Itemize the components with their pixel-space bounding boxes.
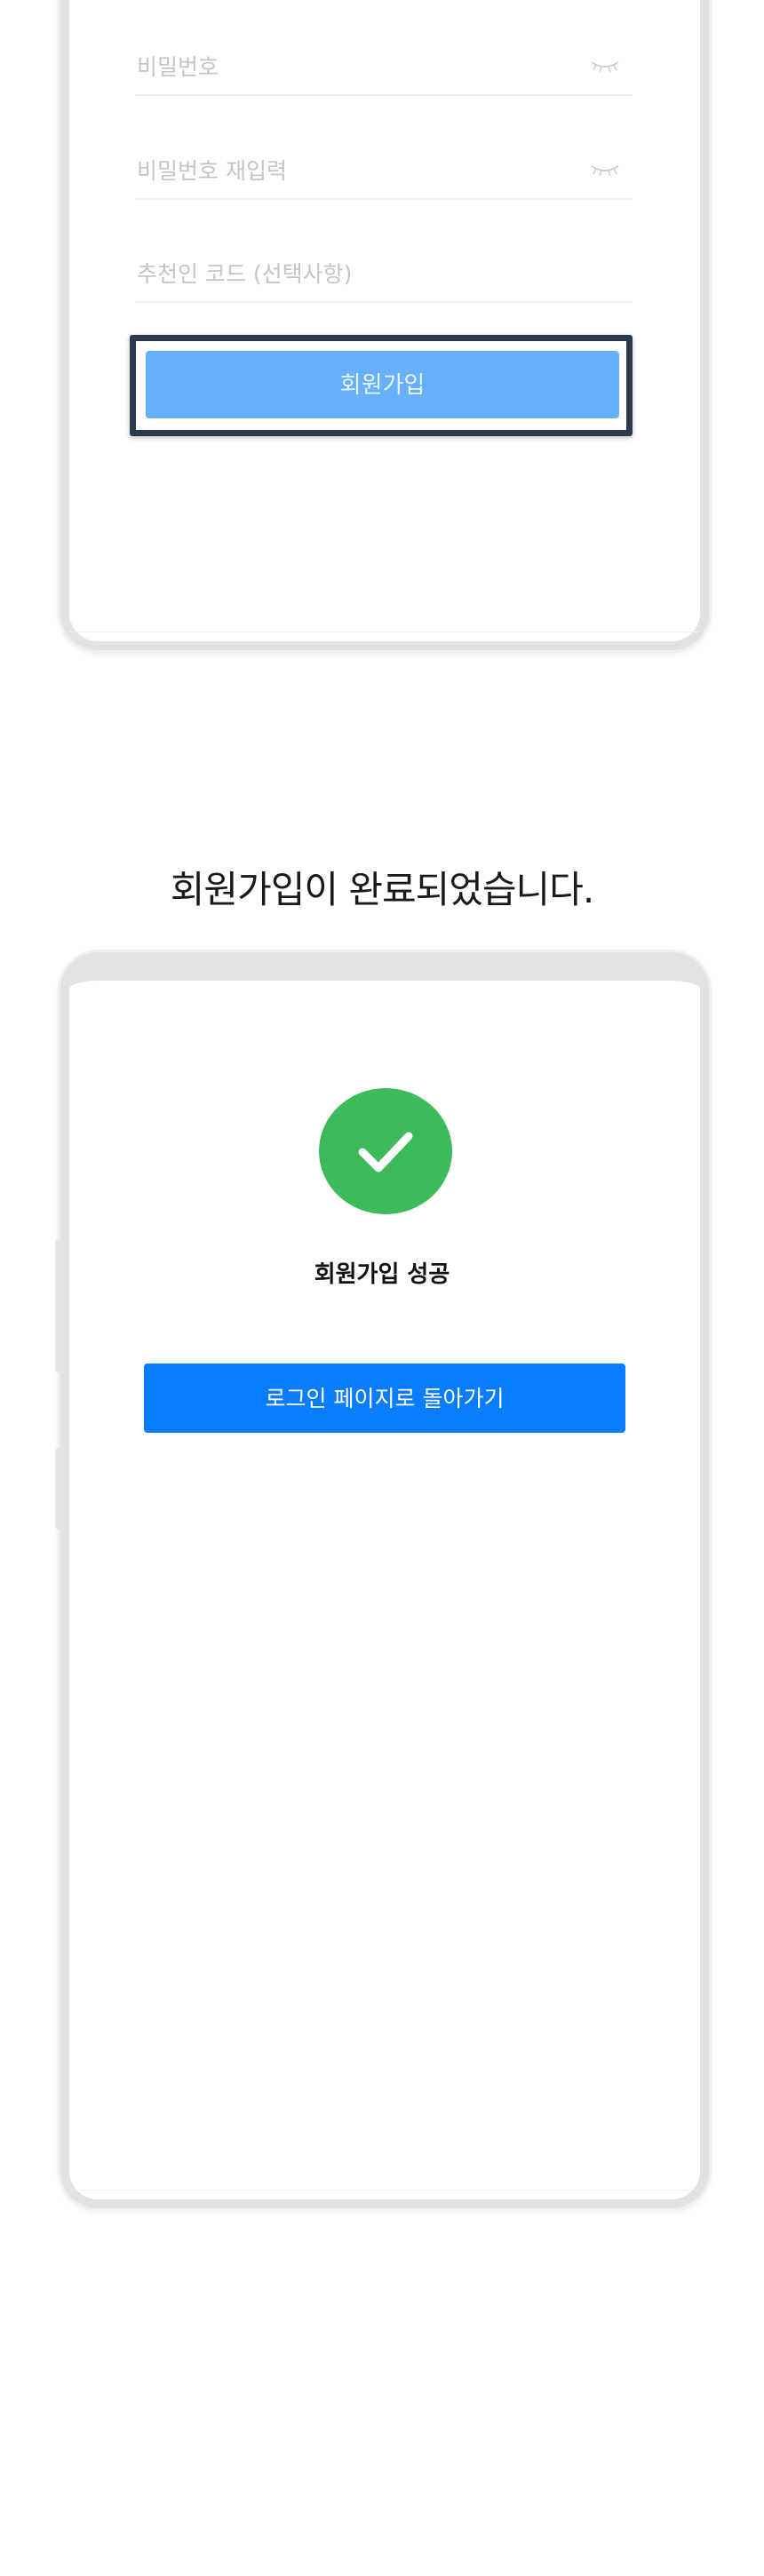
completion-heading: 회원가입이 완료되었습니다. [170, 868, 594, 911]
checkmark-icon [358, 1132, 413, 1173]
signup-phone-frame [60, 0, 709, 650]
phone-side-button [55, 1448, 64, 1530]
password-field[interactable]: 비밀번호 [135, 39, 633, 96]
success-message: 회원가입 성공 [314, 1261, 450, 1288]
referral-code-placeholder: 추천인 코드 (선택사항) [137, 261, 353, 287]
eye-closed-icon[interactable] [590, 161, 620, 179]
back-to-login-button[interactable]: 로그인 페이지로 돌아가기 [144, 1364, 625, 1433]
referral-code-field[interactable]: 추천인 코드 (선택사항) [135, 246, 633, 303]
check-circle-icon [319, 1088, 452, 1214]
signup-button[interactable]: 회원가입 [146, 351, 619, 418]
password-confirm-field[interactable]: 비밀번호 재입력 [135, 143, 633, 200]
eye-closed-icon[interactable] [590, 57, 620, 75]
password-confirm-placeholder: 비밀번호 재입력 [137, 158, 287, 184]
password-placeholder: 비밀번호 [137, 54, 219, 80]
